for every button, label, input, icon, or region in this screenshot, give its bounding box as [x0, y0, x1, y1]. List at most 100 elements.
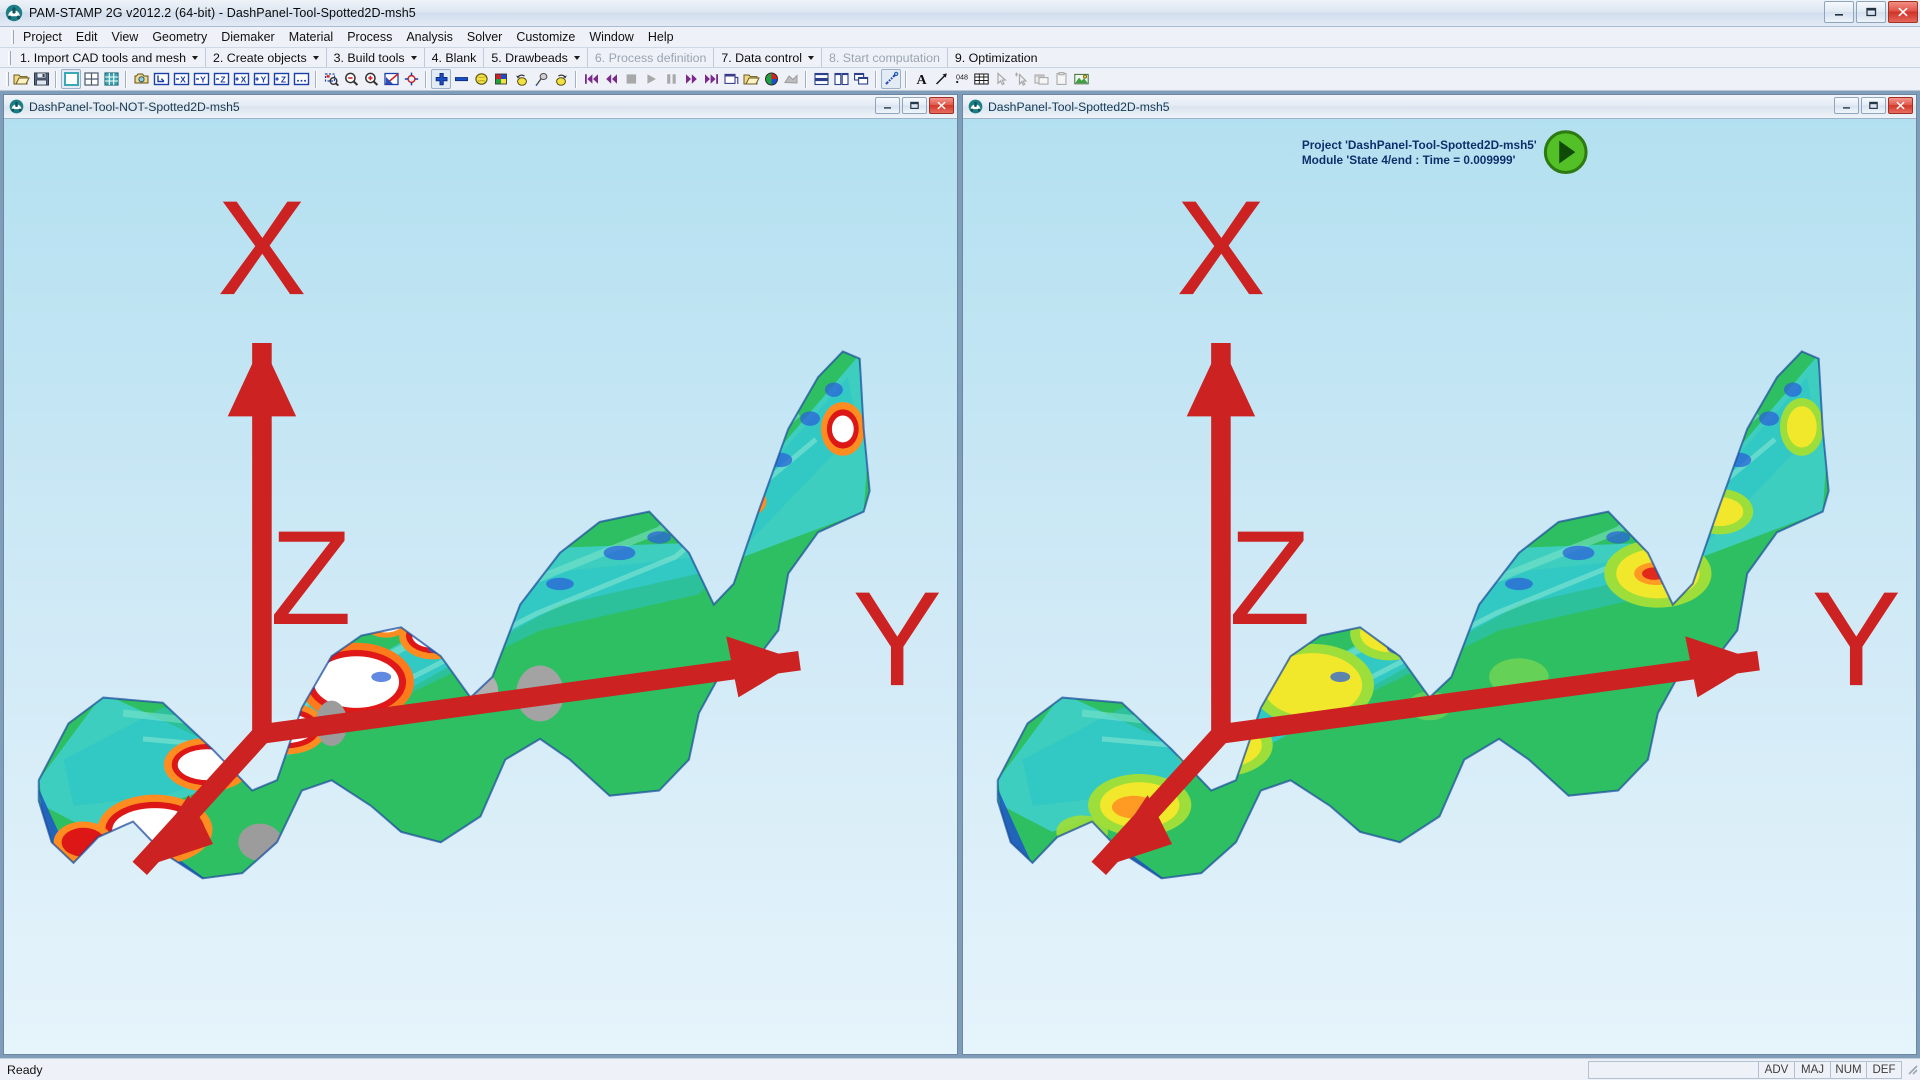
close-button[interactable]: [1888, 1, 1918, 23]
color-palette-button[interactable]: [491, 69, 511, 89]
menu-geometry[interactable]: Geometry: [145, 29, 214, 45]
skip-first-frame-button[interactable]: [581, 69, 601, 89]
mdi-window-spotted[interactable]: DashPanel-Tool-Spotted2D-msh5 Project 'D…: [962, 94, 1917, 1055]
view-more-button[interactable]: [291, 69, 311, 89]
paste-window-button: [1051, 69, 1071, 89]
menu-window[interactable]: Window: [582, 29, 640, 45]
step-data-control[interactable]: 7. Data control: [714, 48, 822, 67]
viewport-not-spotted[interactable]: X Y Z: [4, 118, 957, 1054]
mdi-maximize-button[interactable]: [1861, 97, 1886, 114]
skip-last-frame-button[interactable]: [701, 69, 721, 89]
copy-window-icon: [1033, 74, 1049, 85]
mdi-close-button[interactable]: [929, 97, 954, 114]
view-plus-x-button[interactable]: X: [231, 69, 251, 89]
shaded-sphere-button[interactable]: [471, 69, 491, 89]
mdi-window-title-bar[interactable]: DashPanel-Tool-Spotted2D-msh5: [963, 95, 1916, 118]
value-label-button[interactable]: 048: [951, 69, 971, 89]
menu-project[interactable]: Project: [16, 29, 69, 45]
step-create-objects[interactable]: 2. Create objects: [206, 48, 327, 67]
measure-button[interactable]: [881, 69, 901, 89]
open-result-button[interactable]: [741, 69, 761, 89]
view-minus-z-button[interactable]: Z: [211, 69, 231, 89]
tile-horizontal-button[interactable]: [811, 69, 831, 89]
center-target-button[interactable]: [401, 69, 421, 89]
capture-image-button[interactable]: [1071, 69, 1091, 89]
grid-view-button[interactable]: [81, 69, 101, 89]
probe-pick-button[interactable]: [531, 69, 551, 89]
step-blank[interactable]: 4. Blank: [425, 48, 485, 67]
menu-analysis[interactable]: Analysis: [399, 29, 460, 45]
menu-process[interactable]: Process: [340, 29, 399, 45]
menu-bar: Project Edit View Geometry Diemaker Mate…: [0, 27, 1920, 48]
stepbar-grip[interactable]: [6, 48, 13, 67]
redo-rotate-button[interactable]: [551, 69, 571, 89]
axis-label-x: X: [217, 173, 307, 323]
contour-colors-button[interactable]: [761, 69, 781, 89]
tile-vertical-icon: [833, 72, 849, 86]
fast-forward-button[interactable]: [681, 69, 701, 89]
zoom-fit-button[interactable]: [381, 69, 401, 89]
viewport-spotted[interactable]: Project 'DashPanel-Tool-Spotted2D-msh5' …: [963, 118, 1916, 1054]
step-optimization[interactable]: 9. Optimization: [948, 48, 1045, 67]
mdi-minimize-button[interactable]: [875, 97, 900, 114]
mdi-minimize-button[interactable]: [1834, 97, 1859, 114]
cascade-windows-button[interactable]: [851, 69, 871, 89]
mdi-close-button[interactable]: [1888, 97, 1913, 114]
svg-text:X: X: [180, 75, 186, 85]
camera-view-button[interactable]: [131, 69, 151, 89]
menu-grip[interactable]: [9, 30, 16, 44]
status-bar: Ready ADV MAJ NUM DEF: [0, 1058, 1920, 1080]
menu-label: Project: [23, 30, 62, 44]
export-plot-button: [781, 69, 801, 89]
view-minus-x-button[interactable]: X: [171, 69, 191, 89]
mdi-maximize-button[interactable]: [902, 97, 927, 114]
mdi-window-not-spotted[interactable]: DashPanel-Tool-NOT-Spotted2D-msh5 X Y Z: [3, 94, 958, 1055]
zoom-out-button[interactable]: [341, 69, 361, 89]
text-annotation-button[interactable]: A: [911, 69, 931, 89]
menu-label: View: [111, 30, 139, 44]
menu-help[interactable]: Help: [641, 29, 681, 45]
menu-customize[interactable]: Customize: [509, 29, 582, 45]
isometric-view-button[interactable]: [151, 69, 171, 89]
view-minus-y-button[interactable]: Y: [191, 69, 211, 89]
toolbar-separator: [575, 70, 577, 88]
menu-material[interactable]: Material: [282, 29, 340, 45]
menu-solver[interactable]: Solver: [460, 29, 509, 45]
step-label: 1. Import CAD tools and mesh: [20, 50, 186, 65]
step-drawbeads[interactable]: 5. Drawbeads: [484, 48, 588, 67]
menu-edit[interactable]: Edit: [69, 29, 105, 45]
status-message: Ready: [7, 1062, 43, 1077]
step-build-tools[interactable]: 3. Build tools: [327, 48, 425, 67]
rewind-button[interactable]: [601, 69, 621, 89]
add-button[interactable]: [431, 69, 451, 89]
maximize-button[interactable]: [1856, 1, 1886, 23]
zoom-window-button[interactable]: [321, 69, 341, 89]
step-import-cad-tools-and-mesh[interactable]: 1. Import CAD tools and mesh: [13, 48, 206, 67]
toolbar-separator: [125, 70, 127, 88]
mdi-window-title: DashPanel-Tool-NOT-Spotted2D-msh5: [29, 99, 240, 114]
view-plus-y-button[interactable]: Y: [251, 69, 271, 89]
menu-view[interactable]: View: [104, 29, 145, 45]
zoom-in-button[interactable]: [361, 69, 381, 89]
arrow-annotation-button[interactable]: [931, 69, 951, 89]
save-button[interactable]: [31, 69, 51, 89]
resize-grip[interactable]: [1904, 1061, 1920, 1079]
open-folder-button[interactable]: [11, 69, 31, 89]
mdi-window-title-bar[interactable]: DashPanel-Tool-NOT-Spotted2D-msh5: [4, 95, 957, 118]
minimize-button[interactable]: [1824, 1, 1854, 23]
close-icon: [1898, 7, 1908, 17]
multi-grid-view-button[interactable]: [101, 69, 121, 89]
toolbar-grip[interactable]: [4, 72, 11, 86]
view-plus-z-button[interactable]: Z: [271, 69, 291, 89]
status-indicator-label: MAJ: [1801, 1063, 1824, 1076]
remove-button[interactable]: [451, 69, 471, 89]
camera-view-icon: [134, 73, 148, 84]
mdi-window-title: DashPanel-Tool-Spotted2D-msh5: [988, 99, 1170, 114]
single-view-button[interactable]: [61, 69, 81, 89]
table-button[interactable]: [971, 69, 991, 89]
tile-vertical-button[interactable]: [831, 69, 851, 89]
zoom-fit-icon: [383, 72, 399, 86]
new-window-button[interactable]: [721, 69, 741, 89]
undo-rotate-button[interactable]: [511, 69, 531, 89]
menu-diemaker[interactable]: Diemaker: [214, 29, 282, 45]
